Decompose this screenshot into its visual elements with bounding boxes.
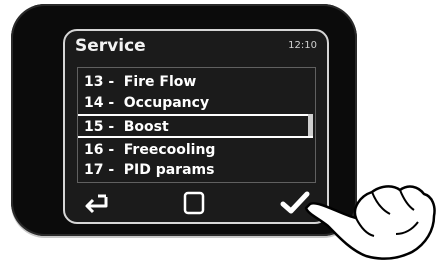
menu-item-number: 14 - — [84, 95, 115, 111]
clock: 12:10 — [288, 40, 317, 51]
menu-item-occupancy[interactable]: 14 - Occupancy — [84, 91, 209, 113]
menu-item-freecooling[interactable]: 16 - Freecooling — [84, 138, 215, 160]
scrollbar-thumb[interactable] — [308, 114, 313, 136]
menu-item-number: 15 - — [84, 119, 115, 135]
screen-header: Service 12:10 — [65, 31, 327, 65]
screen-title: Service — [75, 36, 146, 56]
menu-item-label: PID params — [123, 162, 215, 178]
display-screen: Service 12:10 13 - Fire Flow 14 - Occupa… — [63, 29, 329, 224]
back-arrow-icon — [85, 194, 108, 214]
button-bar — [65, 182, 327, 222]
menu-item-label: Occupancy — [123, 95, 210, 111]
menu-item-fire-flow[interactable]: 13 - Fire Flow — [84, 70, 196, 92]
menu-item-number: 17 - — [84, 162, 115, 178]
menu-item-boost[interactable]: 15 - Boost — [78, 114, 313, 138]
back-button[interactable] — [79, 190, 113, 216]
menu-item-number: 13 - — [84, 74, 115, 90]
menu-item-label: Boost — [123, 119, 169, 135]
menu-item-number: 16 - — [84, 142, 115, 158]
menu-item-pid-params[interactable]: 17 - PID params — [84, 158, 214, 180]
menu-list: 13 - Fire Flow 14 - Occupancy 15 - Boost… — [77, 67, 316, 183]
menu-item-label: Freecooling — [123, 142, 216, 158]
home-button[interactable] — [177, 190, 211, 216]
pointing-hand-icon — [300, 174, 440, 264]
square-icon — [183, 191, 205, 215]
menu-item-label: Fire Flow — [123, 74, 197, 90]
